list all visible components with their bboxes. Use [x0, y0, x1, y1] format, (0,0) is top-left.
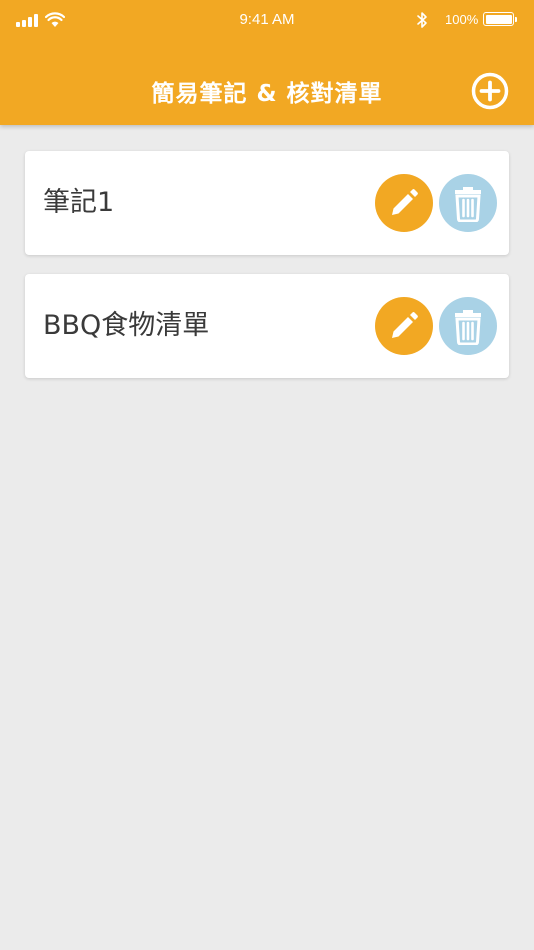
- add-note-button[interactable]: [471, 72, 509, 110]
- pencil-icon: [392, 189, 418, 215]
- header: 9:41 AM 100% 簡易筆記 & 核對清單: [0, 0, 534, 125]
- delete-button[interactable]: [439, 297, 497, 355]
- edit-button[interactable]: [375, 297, 433, 355]
- note-title[interactable]: BBQ食物清單: [43, 274, 209, 378]
- trash-icon: [455, 310, 481, 345]
- pencil-icon: [392, 312, 418, 338]
- note-card[interactable]: 筆記1: [25, 151, 509, 255]
- status-bar: 9:41 AM 100%: [0, 0, 534, 40]
- edit-button[interactable]: [375, 174, 433, 232]
- page-title: 簡易筆記 & 核對清單: [151, 81, 383, 107]
- bluetooth-icon: [417, 12, 427, 28]
- note-card[interactable]: BBQ食物清單: [25, 274, 509, 378]
- plus-circle-icon: [471, 72, 509, 110]
- battery-percent: 100%: [445, 12, 479, 27]
- trash-icon: [455, 187, 481, 222]
- app-screen: 9:41 AM 100% 簡易筆記 & 核對清單 筆記1 BBQ食物清單: [0, 0, 534, 950]
- note-title[interactable]: 筆記1: [43, 151, 114, 255]
- battery-icon: [483, 12, 517, 26]
- delete-button[interactable]: [439, 174, 497, 232]
